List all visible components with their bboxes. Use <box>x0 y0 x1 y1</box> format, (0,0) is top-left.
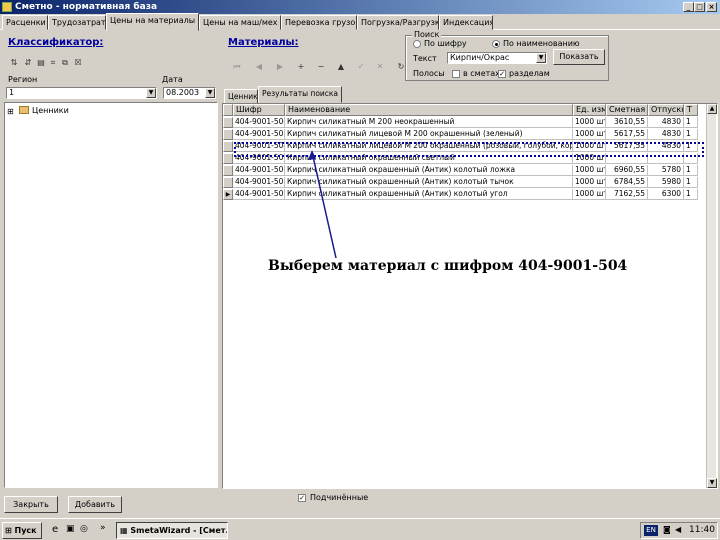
subordinate-label: Подчинённые <box>310 493 369 502</box>
system-tray: EN ◙ ◀ 11:40 <box>640 522 718 539</box>
clock: 11:40 <box>689 525 715 535</box>
ie-icon[interactable]: e <box>52 524 58 535</box>
app-task-icon: ▦ <box>120 526 131 535</box>
subordinate-checkbox[interactable]: ✓ <box>298 494 306 502</box>
task-smetawizard[interactable]: ▦ SmetaWizard - [Смет... <box>116 522 228 539</box>
tab-material-prices[interactable]: Цены на материалы <box>106 13 199 31</box>
close-button[interactable]: Закрыть <box>4 496 58 513</box>
start-button[interactable]: ⊞ Пуск <box>2 522 42 539</box>
taskbar: ⊞ Пуск e ▣ ◎ » ▦ SmetaWizard - [Смет... … <box>0 518 720 540</box>
desktop-icon[interactable]: ▣ <box>66 524 75 534</box>
annotation-arrowhead <box>308 150 316 160</box>
start-label: Пуск <box>14 526 37 535</box>
media-icon[interactable]: ◎ <box>80 524 88 534</box>
annotation-line <box>311 151 337 259</box>
add-button[interactable]: Добавить <box>68 496 122 513</box>
volume-icon[interactable]: ◀ <box>675 525 681 534</box>
windows-icon: ⊞ <box>5 526 15 535</box>
lang-indicator[interactable]: EN <box>644 525 658 536</box>
subtab-search-results[interactable]: Результаты поиска <box>258 86 342 103</box>
task-label: SmetaWizard - [Смет... <box>130 526 228 535</box>
quicklaunch-overflow[interactable]: » <box>100 523 106 533</box>
tray-icon[interactable]: ◙ <box>663 525 671 534</box>
annotation-text: Выберем материал с шифром 404-9001-504 <box>268 258 628 274</box>
